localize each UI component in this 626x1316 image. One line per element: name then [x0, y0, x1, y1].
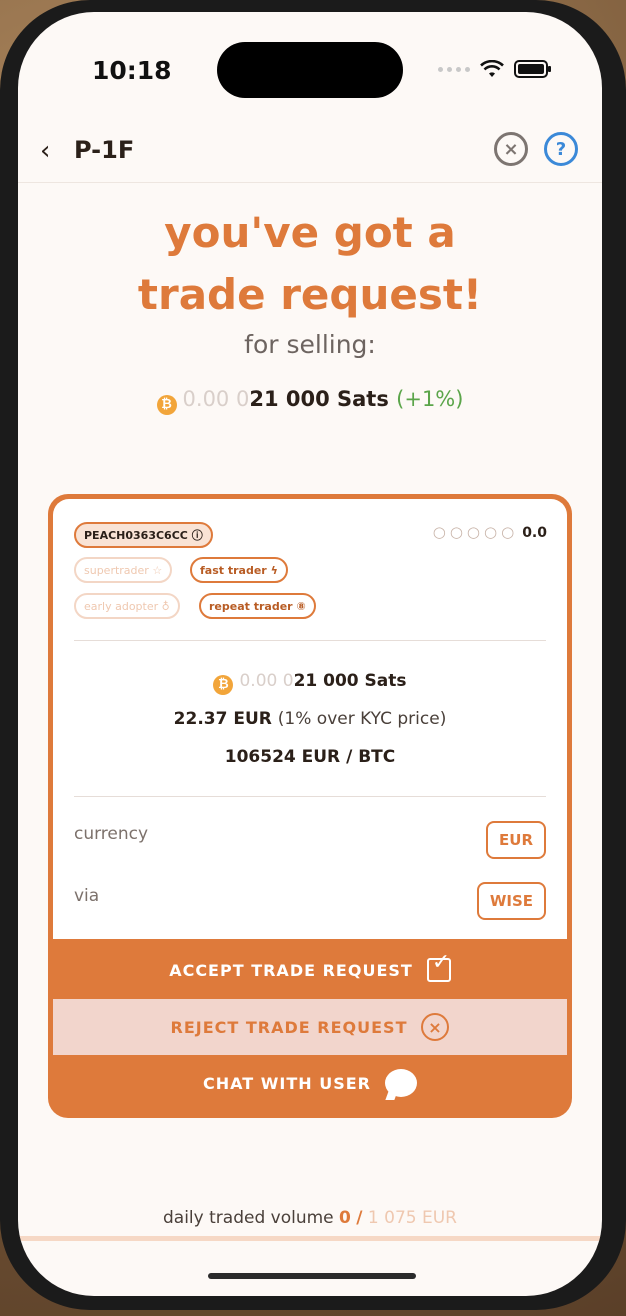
rating-stars: ○○○○○ 0.0 [433, 523, 547, 541]
via-label: via [74, 886, 100, 906]
close-circle-icon: × [421, 1013, 450, 1041]
chevron-left-icon[interactable]: ‹ [40, 136, 50, 166]
badge-fast-trader[interactable]: fast trader ϟ [190, 557, 288, 583]
bitcoin-icon: ₿ [156, 395, 177, 415]
currency-label: currency [74, 824, 149, 844]
reject-trade-button[interactable]: REJECT TRADE REQUEST × [53, 999, 567, 1055]
repeat-icon: ⑧ [296, 600, 306, 613]
btc-price: 106524 EUR / BTC [224, 747, 396, 767]
award-icon: ♁ [161, 600, 170, 613]
lightning-icon: ϟ [270, 564, 278, 577]
amount-prefix: 0.00 0 [182, 387, 250, 411]
chat-label: CHAT WITH USER [203, 1073, 371, 1093]
subtitle: for selling: [244, 330, 376, 359]
accept-trade-button[interactable]: ACCEPT TRADE REQUEST [53, 942, 567, 998]
chat-with-user-button[interactable]: CHAT WITH USER [53, 1055, 567, 1111]
amount-main: 21 000 Sats [249, 387, 389, 411]
reject-label: REJECT TRADE REQUEST [170, 1017, 408, 1037]
badge-repeat-trader[interactable]: repeat trader ⑧ [199, 593, 316, 619]
payment-method-tag[interactable]: WISE [476, 882, 546, 920]
dynamic-island [217, 42, 403, 98]
star-icon: ☆ [152, 564, 163, 577]
wifi-icon [480, 60, 504, 77]
battery-icon [514, 60, 551, 78]
help-circle-icon[interactable]: ? [544, 132, 578, 166]
trade-request-card: PEACH0363C6CC ⓘ ○○○○○ 0.0 supertrader ☆ f… [48, 494, 572, 1118]
card-amount: ₿ 0.00 021 000 Sats [53, 671, 567, 695]
fiat-price: 22.37 EUR (1% over KYC price) [53, 709, 567, 729]
status-icons [438, 60, 551, 78]
divider [74, 796, 546, 797]
headline-line-2: trade request! [137, 270, 483, 319]
headline-line-1: you've got a [164, 208, 456, 257]
accept-label: ACCEPT TRADE REQUEST [169, 960, 413, 980]
cellular-icon [438, 66, 470, 72]
user-id-badge[interactable]: PEACH0363C6CC ⓘ [74, 522, 213, 548]
badge-label: fast trader [200, 564, 267, 577]
fiat-amount: 22.37 EUR [173, 709, 272, 729]
rating-value: 0.0 [522, 525, 547, 541]
currency-tag[interactable]: EUR [486, 821, 546, 859]
bitcoin-icon: ₿ [213, 675, 234, 695]
user-id-text: PEACH0363C6CC [84, 529, 188, 542]
badge-label: supertrader [84, 564, 149, 577]
close-circle-icon[interactable]: × [494, 132, 528, 166]
star-icon: ○○○○○ [432, 523, 519, 541]
amount-main: 21 000 Sats [293, 671, 407, 691]
divider [74, 640, 546, 641]
badge-early-adopter[interactable]: early adopter ♁ [74, 593, 180, 619]
badge-label: early adopter [84, 600, 159, 613]
offer-amount: ₿ 0.00 021 000 Sats (+1%) [18, 387, 602, 415]
amount-prefix: 0.00 0 [239, 671, 294, 691]
fiat-note: (1% over KYC price) [277, 709, 447, 729]
premium-value: (+1%) [396, 387, 464, 411]
card-body: PEACH0363C6CC ⓘ ○○○○○ 0.0 supertrader ☆ f… [53, 499, 567, 939]
info-icon: ⓘ [191, 529, 203, 542]
page-title: P-1F [74, 136, 135, 164]
chat-bubble-icon [385, 1069, 417, 1097]
headline: you've got a trade request! [18, 202, 602, 326]
status-time: 10:18 [92, 56, 172, 85]
badge-supertrader[interactable]: supertrader ☆ [74, 557, 173, 583]
badge-label: repeat trader [209, 600, 293, 613]
checkbox-icon [426, 950, 451, 982]
top-bar: ‹ P-1F × ? [18, 120, 602, 183]
